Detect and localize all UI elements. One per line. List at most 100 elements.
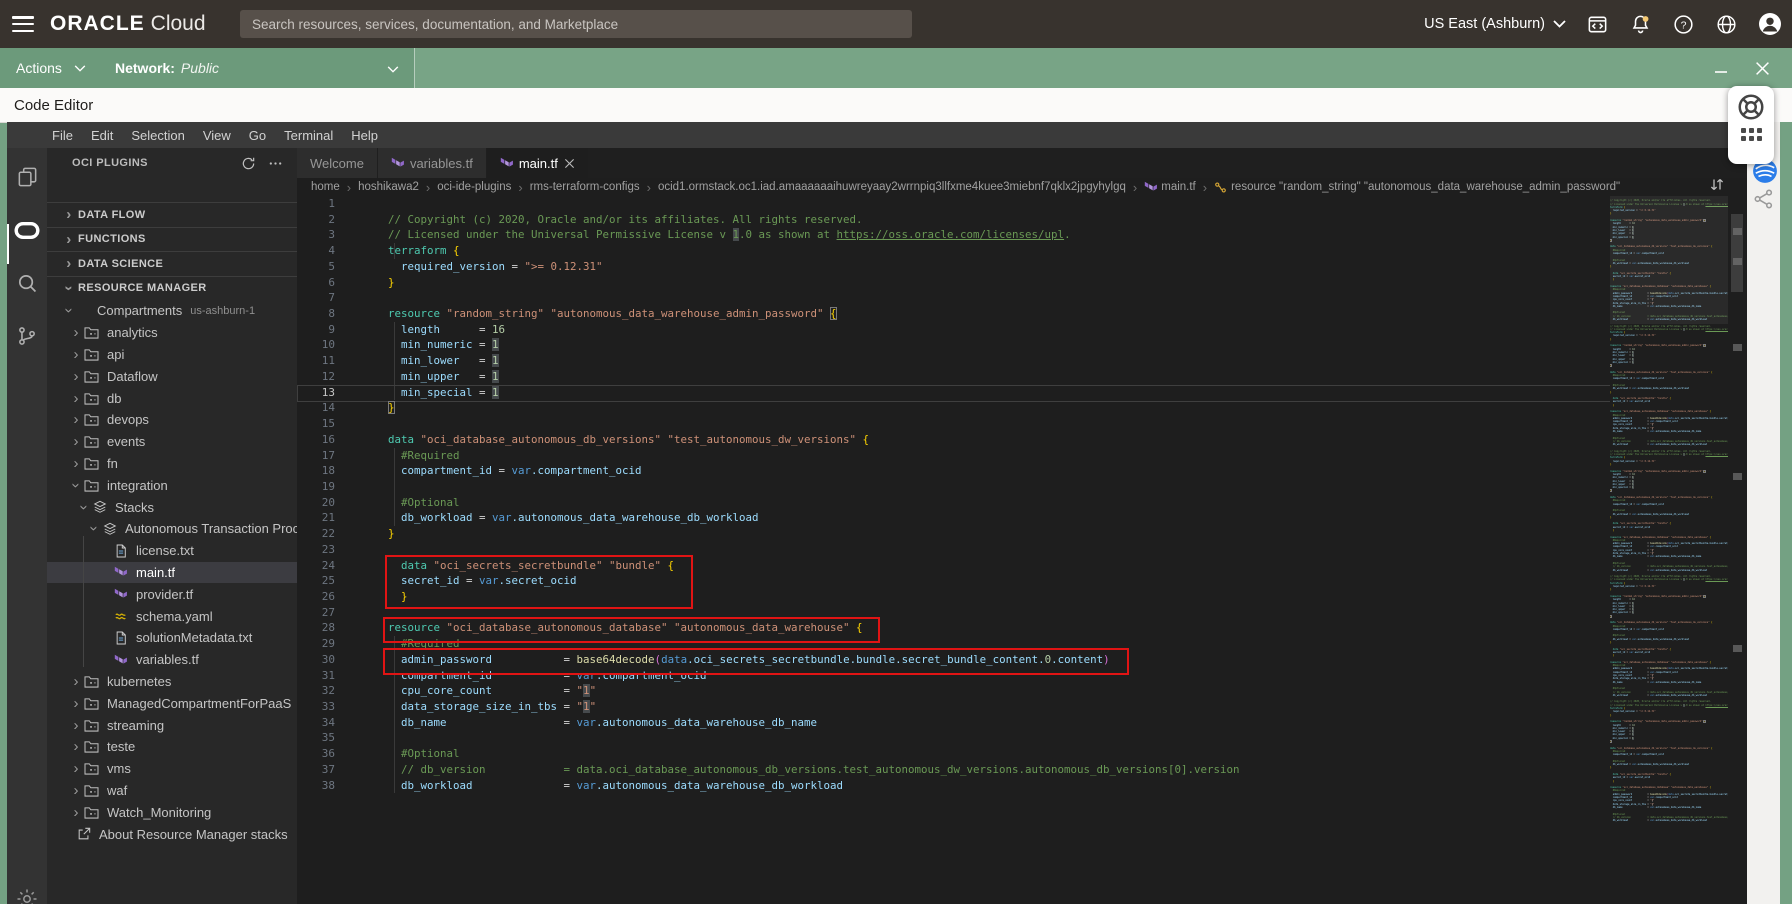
scrollbar-thumb[interactable]	[1731, 214, 1743, 292]
tree-item-managedcompartmentforpaas[interactable]: › ManagedCompartmentForPaaS	[47, 692, 297, 714]
tree-item-streaming[interactable]: › streaming	[47, 714, 297, 736]
tree-item-fn[interactable]: › fn	[47, 453, 297, 475]
notifications-bell-icon[interactable]	[1629, 13, 1652, 36]
code-line: 35	[297, 730, 1240, 746]
tree-item-label: api	[107, 346, 125, 362]
tab-main-tf[interactable]: main.tf	[486, 148, 588, 178]
tree-item-stacks[interactable]: › Stacks	[47, 496, 297, 518]
menu-terminal[interactable]: Terminal	[275, 128, 342, 143]
activity-bar	[7, 148, 47, 904]
line-number: 15	[321, 417, 335, 431]
more-actions-icon[interactable]	[268, 156, 283, 171]
breadcrumb-item[interactable]: hoshikawa2	[358, 181, 419, 193]
tree-item-solutionmetadata-txt[interactable]: solutionMetadata.txt	[47, 627, 297, 649]
code-line: 28 resource "oci_database_autonomous_data…	[297, 620, 1240, 636]
code-line: 26 }	[297, 589, 1240, 605]
tree-item-resource-manager[interactable]: › RESOURCE MANAGER	[47, 275, 297, 301]
tree-item-provider-tf[interactable]: provider.tf	[47, 583, 297, 605]
tree-item-variables-tf[interactable]: variables.tf	[47, 649, 297, 671]
menu-edit[interactable]: Edit	[82, 128, 122, 143]
tree-item-analytics[interactable]: › analytics	[47, 322, 297, 344]
tree-item-label: Watch_Monitoring	[107, 804, 212, 820]
menu-help[interactable]: Help	[342, 128, 387, 143]
tree-item-api[interactable]: › api	[47, 344, 297, 366]
close-icon[interactable]	[564, 158, 575, 169]
chevron-down-icon: ›	[67, 482, 85, 488]
tree-item-functions[interactable]: › FUNCTIONS	[47, 226, 297, 252]
menu-file[interactable]: File	[43, 128, 82, 143]
tree-item-events[interactable]: › events	[47, 431, 297, 453]
actions-dropdown[interactable]: Actions	[0, 48, 119, 88]
region-selector[interactable]: US East (Ashburn)	[1424, 16, 1566, 32]
profile-avatar-icon[interactable]	[1758, 12, 1782, 36]
code-editor-window-icon[interactable]	[1586, 13, 1609, 36]
breadcrumb-item[interactable]: ocid1.ormstack.oc1.iad.amaaaaaaihuwreyaa…	[658, 181, 1126, 193]
code-line: 19	[297, 479, 1240, 495]
tree-item-kubernetes[interactable]: › kubernetes	[47, 671, 297, 693]
code-line: 16 data "oci_database_autonomous_db_versi…	[297, 432, 1240, 448]
code-area[interactable]: 1 2// Copyright (c) 2020, Oracle and/or i…	[297, 196, 1747, 904]
vertical-scrollbar[interactable]	[1731, 196, 1745, 904]
oracle-cloud-logo[interactable]: ORACLE Cloud	[50, 12, 206, 36]
overview-ruler-mark	[1733, 645, 1742, 652]
code-line: 38 db_workload = var.autonomous_data_war…	[297, 778, 1240, 794]
folder-icon	[83, 370, 100, 383]
tree-item-compartments[interactable]: › Compartments us-ashburn-1	[47, 300, 297, 322]
code-editor-window: File Edit Selection View Go Terminal Help OCI …	[7, 122, 1747, 904]
tab-variables-tf[interactable]: variables.tf	[377, 148, 486, 178]
tree-item-watch-monitoring[interactable]: › Watch_Monitoring	[47, 801, 297, 823]
line-number: 6	[328, 275, 335, 289]
folder-icon	[83, 697, 100, 710]
gear-icon[interactable]	[14, 886, 40, 904]
breadcrumb-item[interactable]: main.tf	[1144, 180, 1196, 194]
search-input[interactable]	[240, 10, 912, 38]
line-number: 32	[321, 684, 335, 698]
tree-item-label: db	[107, 390, 122, 406]
network-dropdown[interactable]: Network: Public	[103, 48, 415, 88]
tree-item-data-science[interactable]: › DATA SCIENCE	[47, 251, 297, 276]
tree-item-about-resource-manager-stacks[interactable]: About Resource Manager stacks	[47, 823, 297, 845]
tree-item-label: About Resource Manager stacks	[99, 826, 288, 842]
tree-item-main-tf[interactable]: main.tf	[47, 561, 297, 584]
breadcrumb-separator-icon: ›	[646, 179, 651, 195]
life-ring-help-icon[interactable]	[1736, 92, 1766, 122]
help-icon[interactable]: ?	[1672, 13, 1695, 36]
tree-item-schema-yaml[interactable]: schema.yaml	[47, 605, 297, 627]
apps-grid-icon[interactable]	[1740, 128, 1762, 141]
share-graph-icon[interactable]	[1753, 188, 1775, 210]
menu-selection[interactable]: Selection	[122, 128, 193, 143]
chevron-right-icon: ›	[73, 738, 79, 756]
breadcrumb-item[interactable]: oci-ide-plugins	[437, 181, 511, 193]
minimap[interactable]: // Copyright (c) 2020, Oracle and/or its…	[1610, 196, 1728, 904]
tree-item-dataflow[interactable]: › Dataflow	[47, 365, 297, 387]
tree-item-integration[interactable]: › integration	[47, 474, 297, 496]
tree-item-autonomous-transaction-proces-[interactable]: › Autonomous Transaction Proces...	[47, 518, 298, 540]
breadcrumb-item[interactable]: home	[311, 181, 340, 193]
tree-item-label: solutionMetadata.txt	[136, 630, 253, 646]
tree-item-teste[interactable]: › teste	[47, 736, 297, 758]
search-icon[interactable]	[14, 270, 40, 296]
split-editor-icon[interactable]	[1709, 176, 1725, 193]
tree-item-data-flow[interactable]: › DATA FLOW	[47, 202, 297, 227]
tree-item-devops[interactable]: › devops	[47, 409, 297, 431]
breadcrumb-separator-icon: ›	[425, 179, 431, 195]
minimize-icon[interactable]	[1714, 48, 1728, 88]
tree-item-label: main.tf	[136, 564, 176, 580]
tree-item-license-txt[interactable]: license.txt	[47, 540, 297, 562]
tree-item-vms[interactable]: › vms	[47, 758, 297, 780]
language-globe-icon[interactable]	[1715, 13, 1738, 36]
code-line: resource "oci_database_autonomous_databa…	[1610, 410, 1711, 414]
refresh-icon[interactable]	[241, 156, 256, 171]
tab-welcome[interactable]: Welcome	[297, 148, 377, 178]
menu-view[interactable]: View	[194, 128, 240, 143]
hamburger-icon[interactable]	[12, 16, 34, 32]
files-icon[interactable]	[14, 164, 40, 190]
breadcrumb-item[interactable]: rms-terraform-configs	[530, 181, 640, 193]
menu-go[interactable]: Go	[240, 128, 275, 143]
tree-item-db[interactable]: › db	[47, 387, 297, 409]
source-control-icon[interactable]	[14, 323, 40, 349]
oracle-plugins-icon[interactable]	[14, 217, 40, 243]
tree-item-waf[interactable]: › waf	[47, 780, 297, 802]
breadcrumb-item[interactable]: resource "random_string" "autonomous_dat…	[1214, 181, 1620, 194]
close-icon[interactable]	[1755, 48, 1770, 88]
